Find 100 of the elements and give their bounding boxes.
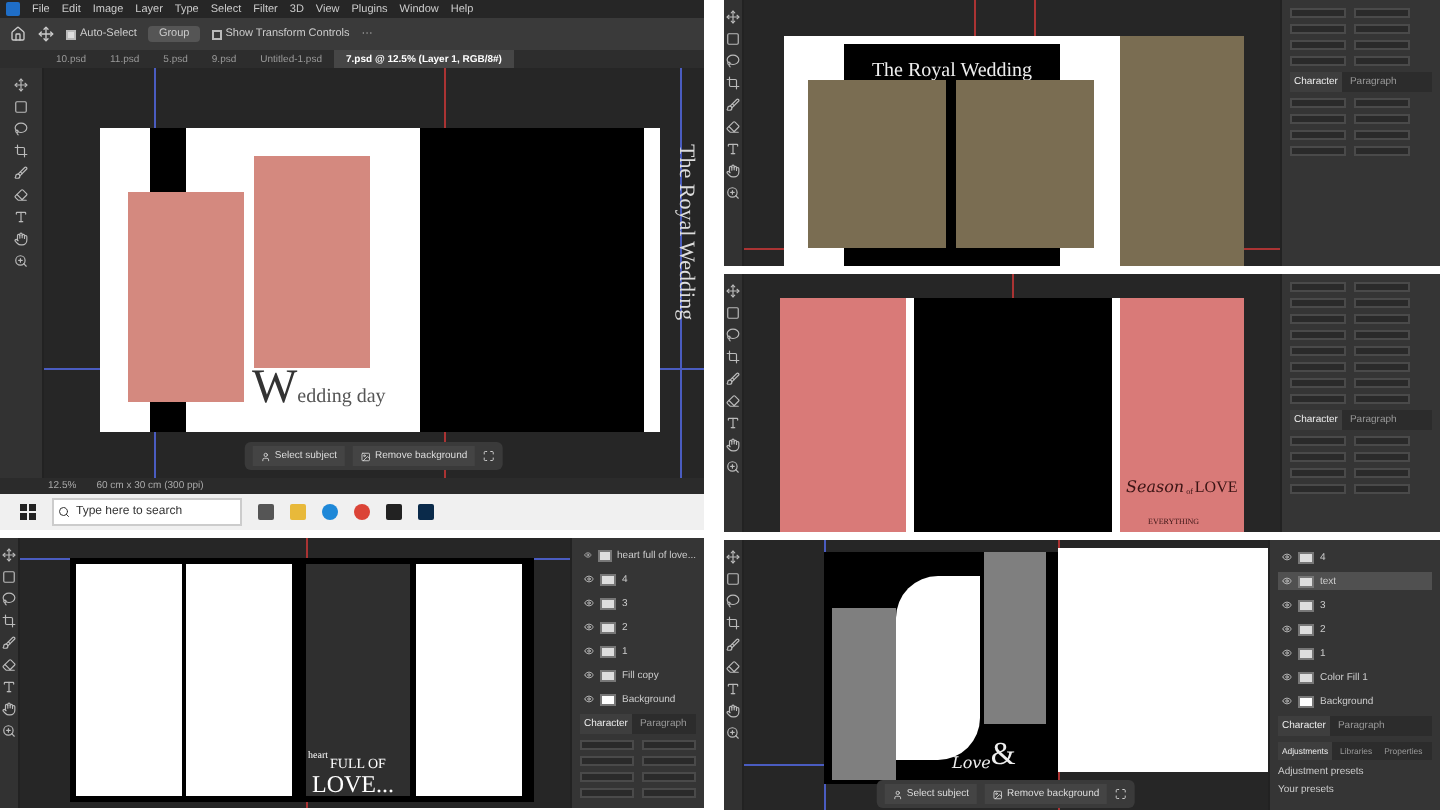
zoom-icon[interactable] bbox=[726, 460, 740, 474]
input-field[interactable] bbox=[1354, 130, 1410, 140]
input-field[interactable] bbox=[1290, 130, 1346, 140]
crop-icon[interactable] bbox=[2, 614, 16, 628]
marquee-icon[interactable] bbox=[726, 572, 740, 586]
marquee-icon[interactable] bbox=[726, 306, 740, 320]
move-icon[interactable] bbox=[38, 26, 54, 42]
lasso-icon[interactable] bbox=[726, 54, 740, 68]
input-field[interactable] bbox=[580, 740, 634, 750]
eraser-icon[interactable] bbox=[726, 394, 740, 408]
crop-icon[interactable] bbox=[14, 144, 28, 158]
move-icon[interactable] bbox=[2, 548, 16, 562]
input-field[interactable] bbox=[1354, 468, 1410, 478]
windows-start-icon[interactable] bbox=[20, 504, 36, 520]
zoom-icon[interactable] bbox=[726, 186, 740, 200]
move-icon[interactable] bbox=[726, 550, 740, 564]
lasso-icon[interactable] bbox=[726, 594, 740, 608]
brush-icon[interactable] bbox=[726, 98, 740, 112]
input-field[interactable] bbox=[1354, 8, 1410, 18]
input-field[interactable] bbox=[1290, 8, 1346, 18]
zoom-icon[interactable] bbox=[14, 254, 28, 268]
input-field[interactable] bbox=[1290, 330, 1346, 340]
input-field[interactable] bbox=[1354, 346, 1410, 356]
input-field[interactable] bbox=[580, 772, 634, 782]
eye-icon[interactable] bbox=[1282, 648, 1292, 658]
input-field[interactable] bbox=[1290, 146, 1346, 156]
marquee-icon[interactable] bbox=[2, 570, 16, 584]
marquee-icon[interactable] bbox=[726, 32, 740, 46]
hand-icon[interactable] bbox=[726, 438, 740, 452]
input-field[interactable] bbox=[1354, 378, 1410, 388]
eraser-icon[interactable] bbox=[14, 188, 28, 202]
eye-icon[interactable] bbox=[584, 550, 592, 560]
input-field[interactable] bbox=[1354, 436, 1410, 446]
input-field[interactable] bbox=[1290, 452, 1346, 462]
input-field[interactable] bbox=[1354, 484, 1410, 494]
eye-icon[interactable] bbox=[1282, 696, 1292, 706]
input-field[interactable] bbox=[642, 788, 696, 798]
input-field[interactable] bbox=[1290, 282, 1346, 292]
input-field[interactable] bbox=[1290, 298, 1346, 308]
input-field[interactable] bbox=[642, 740, 696, 750]
text-tool-icon[interactable] bbox=[726, 416, 740, 430]
move-icon[interactable] bbox=[726, 10, 740, 24]
eye-icon[interactable] bbox=[584, 574, 594, 584]
brush-icon[interactable] bbox=[2, 636, 16, 650]
eye-icon[interactable] bbox=[584, 622, 594, 632]
lasso-icon[interactable] bbox=[726, 328, 740, 342]
hand-icon[interactable] bbox=[726, 164, 740, 178]
eye-icon[interactable] bbox=[1282, 576, 1292, 586]
expand-icon[interactable] bbox=[1115, 788, 1128, 800]
move-icon[interactable] bbox=[14, 78, 28, 92]
input-field[interactable] bbox=[1354, 56, 1410, 66]
text-tool-icon[interactable] bbox=[726, 142, 740, 156]
expand-icon[interactable] bbox=[483, 450, 496, 462]
input-field[interactable] bbox=[580, 788, 634, 798]
input-field[interactable] bbox=[1354, 452, 1410, 462]
input-field[interactable] bbox=[1290, 40, 1346, 50]
brush-icon[interactable] bbox=[726, 638, 740, 652]
eye-icon[interactable] bbox=[1282, 552, 1292, 562]
crop-icon[interactable] bbox=[726, 616, 740, 630]
input-field[interactable] bbox=[1290, 468, 1346, 478]
hand-icon[interactable] bbox=[726, 704, 740, 718]
input-field[interactable] bbox=[1354, 98, 1410, 108]
eye-icon[interactable] bbox=[584, 598, 594, 608]
input-field[interactable] bbox=[1354, 24, 1410, 34]
zoom-icon[interactable] bbox=[726, 726, 740, 740]
input-field[interactable] bbox=[1354, 146, 1410, 156]
eraser-icon[interactable] bbox=[726, 120, 740, 134]
input-field[interactable] bbox=[1354, 282, 1410, 292]
input-field[interactable] bbox=[1290, 394, 1346, 404]
hand-icon[interactable] bbox=[14, 232, 28, 246]
move-icon[interactable] bbox=[726, 284, 740, 298]
eye-icon[interactable] bbox=[584, 646, 594, 656]
input-field[interactable] bbox=[1290, 436, 1346, 446]
input-field[interactable] bbox=[1354, 362, 1410, 372]
brush-icon[interactable] bbox=[14, 166, 28, 180]
crop-icon[interactable] bbox=[726, 350, 740, 364]
input-field[interactable] bbox=[1290, 114, 1346, 124]
text-tool-icon[interactable] bbox=[726, 682, 740, 696]
input-field[interactable] bbox=[580, 756, 634, 766]
eye-icon[interactable] bbox=[1282, 600, 1292, 610]
input-field[interactable] bbox=[1290, 98, 1346, 108]
brush-icon[interactable] bbox=[726, 372, 740, 386]
input-field[interactable] bbox=[1290, 346, 1346, 356]
eye-icon[interactable] bbox=[584, 670, 594, 680]
input-field[interactable] bbox=[1290, 314, 1346, 324]
eye-icon[interactable] bbox=[1282, 624, 1292, 634]
lasso-icon[interactable] bbox=[14, 122, 28, 136]
input-field[interactable] bbox=[1290, 378, 1346, 388]
input-field[interactable] bbox=[1290, 484, 1346, 494]
marquee-icon[interactable] bbox=[14, 100, 28, 114]
eye-icon[interactable] bbox=[584, 694, 594, 704]
hand-icon[interactable] bbox=[2, 702, 16, 716]
input-field[interactable] bbox=[1354, 298, 1410, 308]
input-field[interactable] bbox=[1354, 40, 1410, 50]
input-field[interactable] bbox=[1290, 24, 1346, 34]
input-field[interactable] bbox=[1290, 362, 1346, 372]
eraser-icon[interactable] bbox=[726, 660, 740, 674]
input-field[interactable] bbox=[1354, 330, 1410, 340]
eye-icon[interactable] bbox=[1282, 672, 1292, 682]
input-field[interactable] bbox=[1354, 114, 1410, 124]
